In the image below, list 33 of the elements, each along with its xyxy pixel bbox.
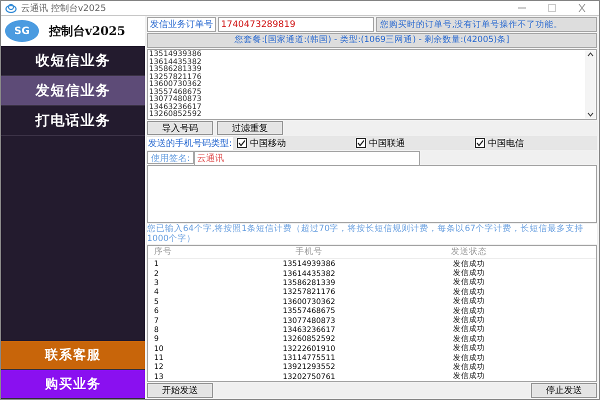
sidebar-item[interactable]: 发短信业务: [1, 76, 145, 106]
sidebar-item[interactable]: 联系客服: [1, 341, 145, 370]
toolbar-button[interactable]: 导入号码: [147, 121, 213, 135]
toolbar-button[interactable]: 过滤重复: [217, 121, 283, 135]
close-icon[interactable]: [577, 4, 587, 12]
checkbox-icon[interactable]: [475, 138, 486, 148]
scrollbar[interactable]: [585, 50, 596, 119]
logo-text: 控制台v2025: [49, 22, 126, 40]
column-header: 手机号: [294, 246, 324, 258]
order-input[interactable]: 1740473289819: [218, 17, 374, 32]
carrier-checkbox[interactable]: 中国联通: [356, 136, 472, 150]
checkbox-icon[interactable]: [237, 138, 248, 148]
order-label: 发信业务订单号: [147, 17, 216, 32]
logo-badge: SG: [5, 20, 39, 42]
cloud-icon: [5, 3, 17, 13]
checkbox-icon[interactable]: [356, 138, 366, 148]
signature-label: 使用签名:: [147, 151, 194, 164]
column-header: 序号: [153, 246, 173, 258]
column-header: 发送状态: [450, 246, 488, 258]
character-counter: 您已输入64个字,将按照1条短信计费（超过70字，将按长短信规则计费，每条以67个字计费，长短信最多支持1000个字）: [147, 224, 597, 244]
sidebar-item[interactable]: 购买业务: [1, 370, 145, 399]
scroll-down-icon[interactable]: [587, 112, 594, 117]
window-title: 云通讯 控制台v2025: [21, 2, 108, 14]
carrier-checkbox[interactable]: 中国电信: [475, 136, 590, 150]
start-button[interactable]: 开始发送: [147, 383, 213, 398]
signature-input[interactable]: 云通讯: [194, 151, 420, 166]
carrier-checkbox[interactable]: 中国移动: [237, 136, 352, 150]
order-note: 您购买时的订单号,没有订单号操作不了功能。: [376, 17, 597, 32]
sidebar-item[interactable]: 打电话业务: [1, 106, 145, 136]
carrier-label: 发送的手机号码类型:: [147, 136, 234, 150]
package-info: 您套餐:[国家通道:(韩国) - 类型:(1069三网通) - 剩余数量:(42005)条]: [147, 33, 597, 48]
scroll-up-icon[interactable]: [587, 52, 594, 57]
stop-button[interactable]: 停止发送: [531, 383, 597, 398]
